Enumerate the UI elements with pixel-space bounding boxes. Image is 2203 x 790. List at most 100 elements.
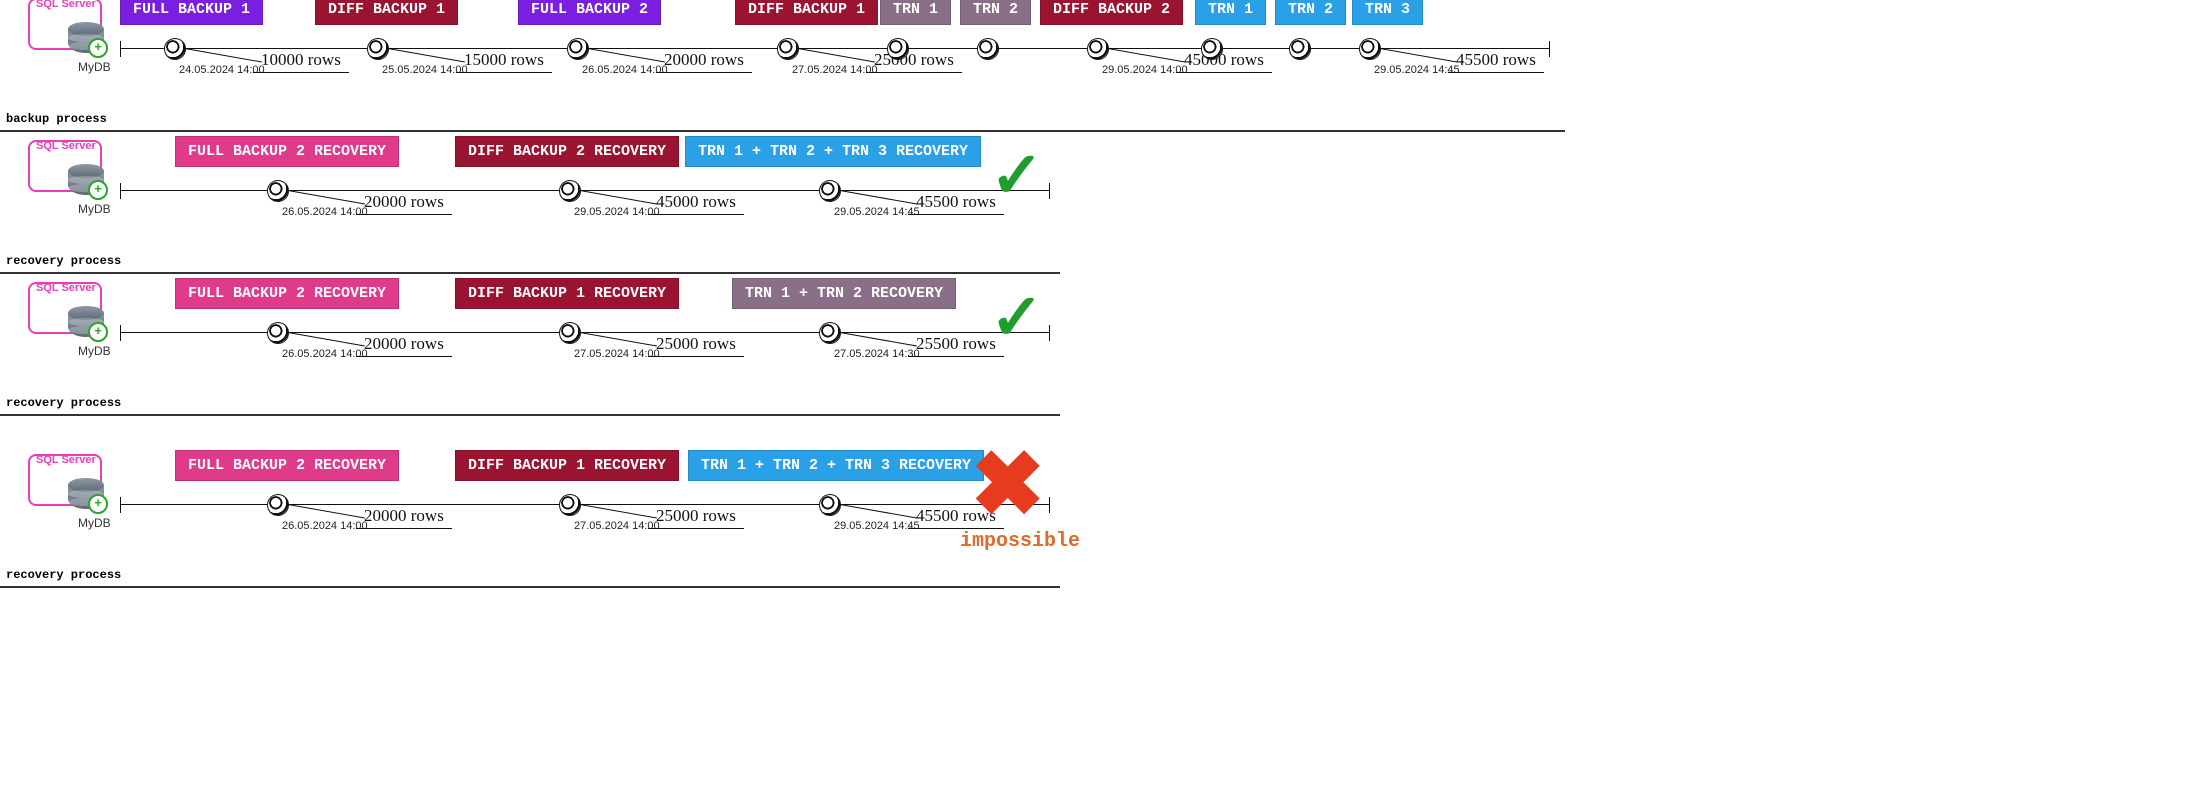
timeline-node: [1087, 38, 1109, 60]
timeline-node: [567, 38, 589, 60]
backup-badge: FULL BACKUP 1: [120, 0, 263, 25]
leader-line: [580, 504, 657, 519]
leader-line: [288, 190, 365, 205]
db-name-label: MyDB: [78, 344, 111, 358]
database-icon: +: [68, 164, 104, 198]
node-rows: 25000 rows: [656, 334, 736, 354]
backup-badge: FULL BACKUP 2: [518, 0, 661, 25]
timeline-node: [819, 494, 841, 516]
node-rows: 20000 rows: [664, 50, 744, 70]
backup-badge: FULL BACKUP 2 RECOVERY: [175, 278, 399, 309]
leader-line: [840, 190, 917, 205]
backup-badge: TRN 1 + TRN 2 + TRN 3 RECOVERY: [688, 450, 984, 481]
timeline-backup: FULL BACKUP 1 DIFF BACKUP 1 FULL BACKUP 2 D…: [120, 0, 1550, 70]
db-product-label: SQL Server: [36, 454, 96, 466]
backup-badge: FULL BACKUP 2 RECOVERY: [175, 136, 399, 167]
node-date: 25.05.2024 14:00: [382, 64, 468, 76]
node-date: 26.05.2024 14:00: [282, 520, 368, 532]
db-name-label: MyDB: [78, 60, 111, 74]
leader-line: [288, 504, 365, 519]
lane-recovery-2: SQL Server + MyDB FULL BACKUP 2 RECOVERY…: [0, 284, 2203, 416]
backup-badge: TRN 2: [960, 0, 1031, 25]
backup-badge: DIFF BACKUP 1: [735, 0, 878, 25]
timeline-node: [559, 494, 581, 516]
node-date: 29.05.2024 14:45: [1374, 64, 1460, 76]
backup-badge: TRN 1 + TRN 2 RECOVERY: [732, 278, 956, 309]
backup-badge: DIFF BACKUP 1: [315, 0, 458, 25]
node-rows: 25500 rows: [916, 334, 996, 354]
timeline-node: [1359, 38, 1381, 60]
impossible-label: impossible: [960, 530, 1080, 553]
leader-line: [580, 190, 657, 205]
timeline-node: [267, 322, 289, 344]
timeline-node: [267, 494, 289, 516]
node-rows: 45500 rows: [916, 192, 996, 212]
node-date: 29.05.2024 14:00: [574, 206, 660, 218]
node-rows: 45000 rows: [656, 192, 736, 212]
node-rows: 20000 rows: [364, 192, 444, 212]
check-icon: ✓: [990, 138, 1044, 213]
leader-line: [288, 332, 365, 347]
backup-badge: TRN 1: [880, 0, 951, 25]
node-rows: 45000 rows: [1184, 50, 1264, 70]
leader-line: [580, 332, 657, 347]
lane-caption: recovery process: [6, 568, 2203, 582]
divider: [0, 272, 1060, 274]
divider: [0, 586, 1060, 588]
lane-caption: recovery process: [6, 254, 2203, 268]
lane-recovery-1: SQL Server + MyDB FULL BACKUP 2 RECOVERY…: [0, 142, 2203, 274]
leader-line: [388, 48, 465, 63]
backup-badge: FULL BACKUP 2 RECOVERY: [175, 450, 399, 481]
database-icon: +: [68, 306, 104, 340]
timeline-recovery-3: FULL BACKUP 2 RECOVERYDIFF BACKUP 1 RECO…: [120, 456, 1050, 526]
backup-badge: DIFF BACKUP 2: [1040, 0, 1183, 25]
leader-line: [840, 332, 917, 347]
timeline-node: [819, 180, 841, 202]
database-icon: +: [68, 22, 104, 56]
timeline-node: [367, 38, 389, 60]
timeline-node: [819, 322, 841, 344]
db-product-label: SQL Server: [36, 0, 96, 10]
node-date: 29.05.2024 14:45: [834, 520, 920, 532]
node-date: 26.05.2024 14:00: [282, 206, 368, 218]
db-name-label: MyDB: [78, 516, 111, 530]
timeline-node: [1201, 38, 1223, 60]
leader-line: [1380, 48, 1457, 63]
node-rows: 20000 rows: [364, 506, 444, 526]
timeline-node: [887, 38, 909, 60]
timeline-node: [777, 38, 799, 60]
node-date: 29.05.2024 14:00: [1102, 64, 1188, 76]
node-date: 27.05.2024 14:30: [834, 348, 920, 360]
timeline-node: [559, 180, 581, 202]
backup-badge: TRN 1: [1195, 0, 1266, 25]
timeline-recovery-2: FULL BACKUP 2 RECOVERYDIFF BACKUP 1 RECO…: [120, 284, 1050, 354]
node-date: 26.05.2024 14:00: [282, 348, 368, 360]
backup-badge: DIFF BACKUP 1 RECOVERY: [455, 278, 679, 309]
leader-line: [1108, 48, 1185, 63]
db-product-label: SQL Server: [36, 282, 96, 294]
leader-line: [840, 504, 917, 519]
divider: [0, 414, 1060, 416]
database-icon: +: [68, 478, 104, 512]
node-date: 27.05.2024 14:00: [792, 64, 878, 76]
db-name-label: MyDB: [78, 202, 111, 216]
leader-line: [798, 48, 875, 63]
divider: [0, 130, 1565, 132]
timeline-node: [977, 38, 999, 60]
backup-badge: TRN 3: [1352, 0, 1423, 25]
lane-backup: SQL Server + MyDB FULL BACKUP 1 DIFF BACK…: [0, 0, 2203, 132]
node-rows: 25000 rows: [656, 506, 736, 526]
lane-caption: backup process: [6, 112, 2203, 126]
leader-line: [588, 48, 665, 63]
timeline-node: [164, 38, 186, 60]
node-date: 27.05.2024 14:00: [574, 348, 660, 360]
node-rows: 45500 rows: [1456, 50, 1536, 70]
backup-badge: TRN 1 + TRN 2 + TRN 3 RECOVERY: [685, 136, 981, 167]
lane-caption: recovery process: [6, 396, 2203, 410]
node-date: 24.05.2024 14:00: [179, 64, 265, 76]
leader-line: [185, 48, 262, 63]
lane-recovery-3: SQL Server + MyDB FULL BACKUP 2 RECOVERY…: [0, 456, 2203, 588]
node-date: 26.05.2024 14:00: [582, 64, 668, 76]
db-product-label: SQL Server: [36, 140, 96, 152]
node-rows: 10000 rows: [261, 50, 341, 70]
